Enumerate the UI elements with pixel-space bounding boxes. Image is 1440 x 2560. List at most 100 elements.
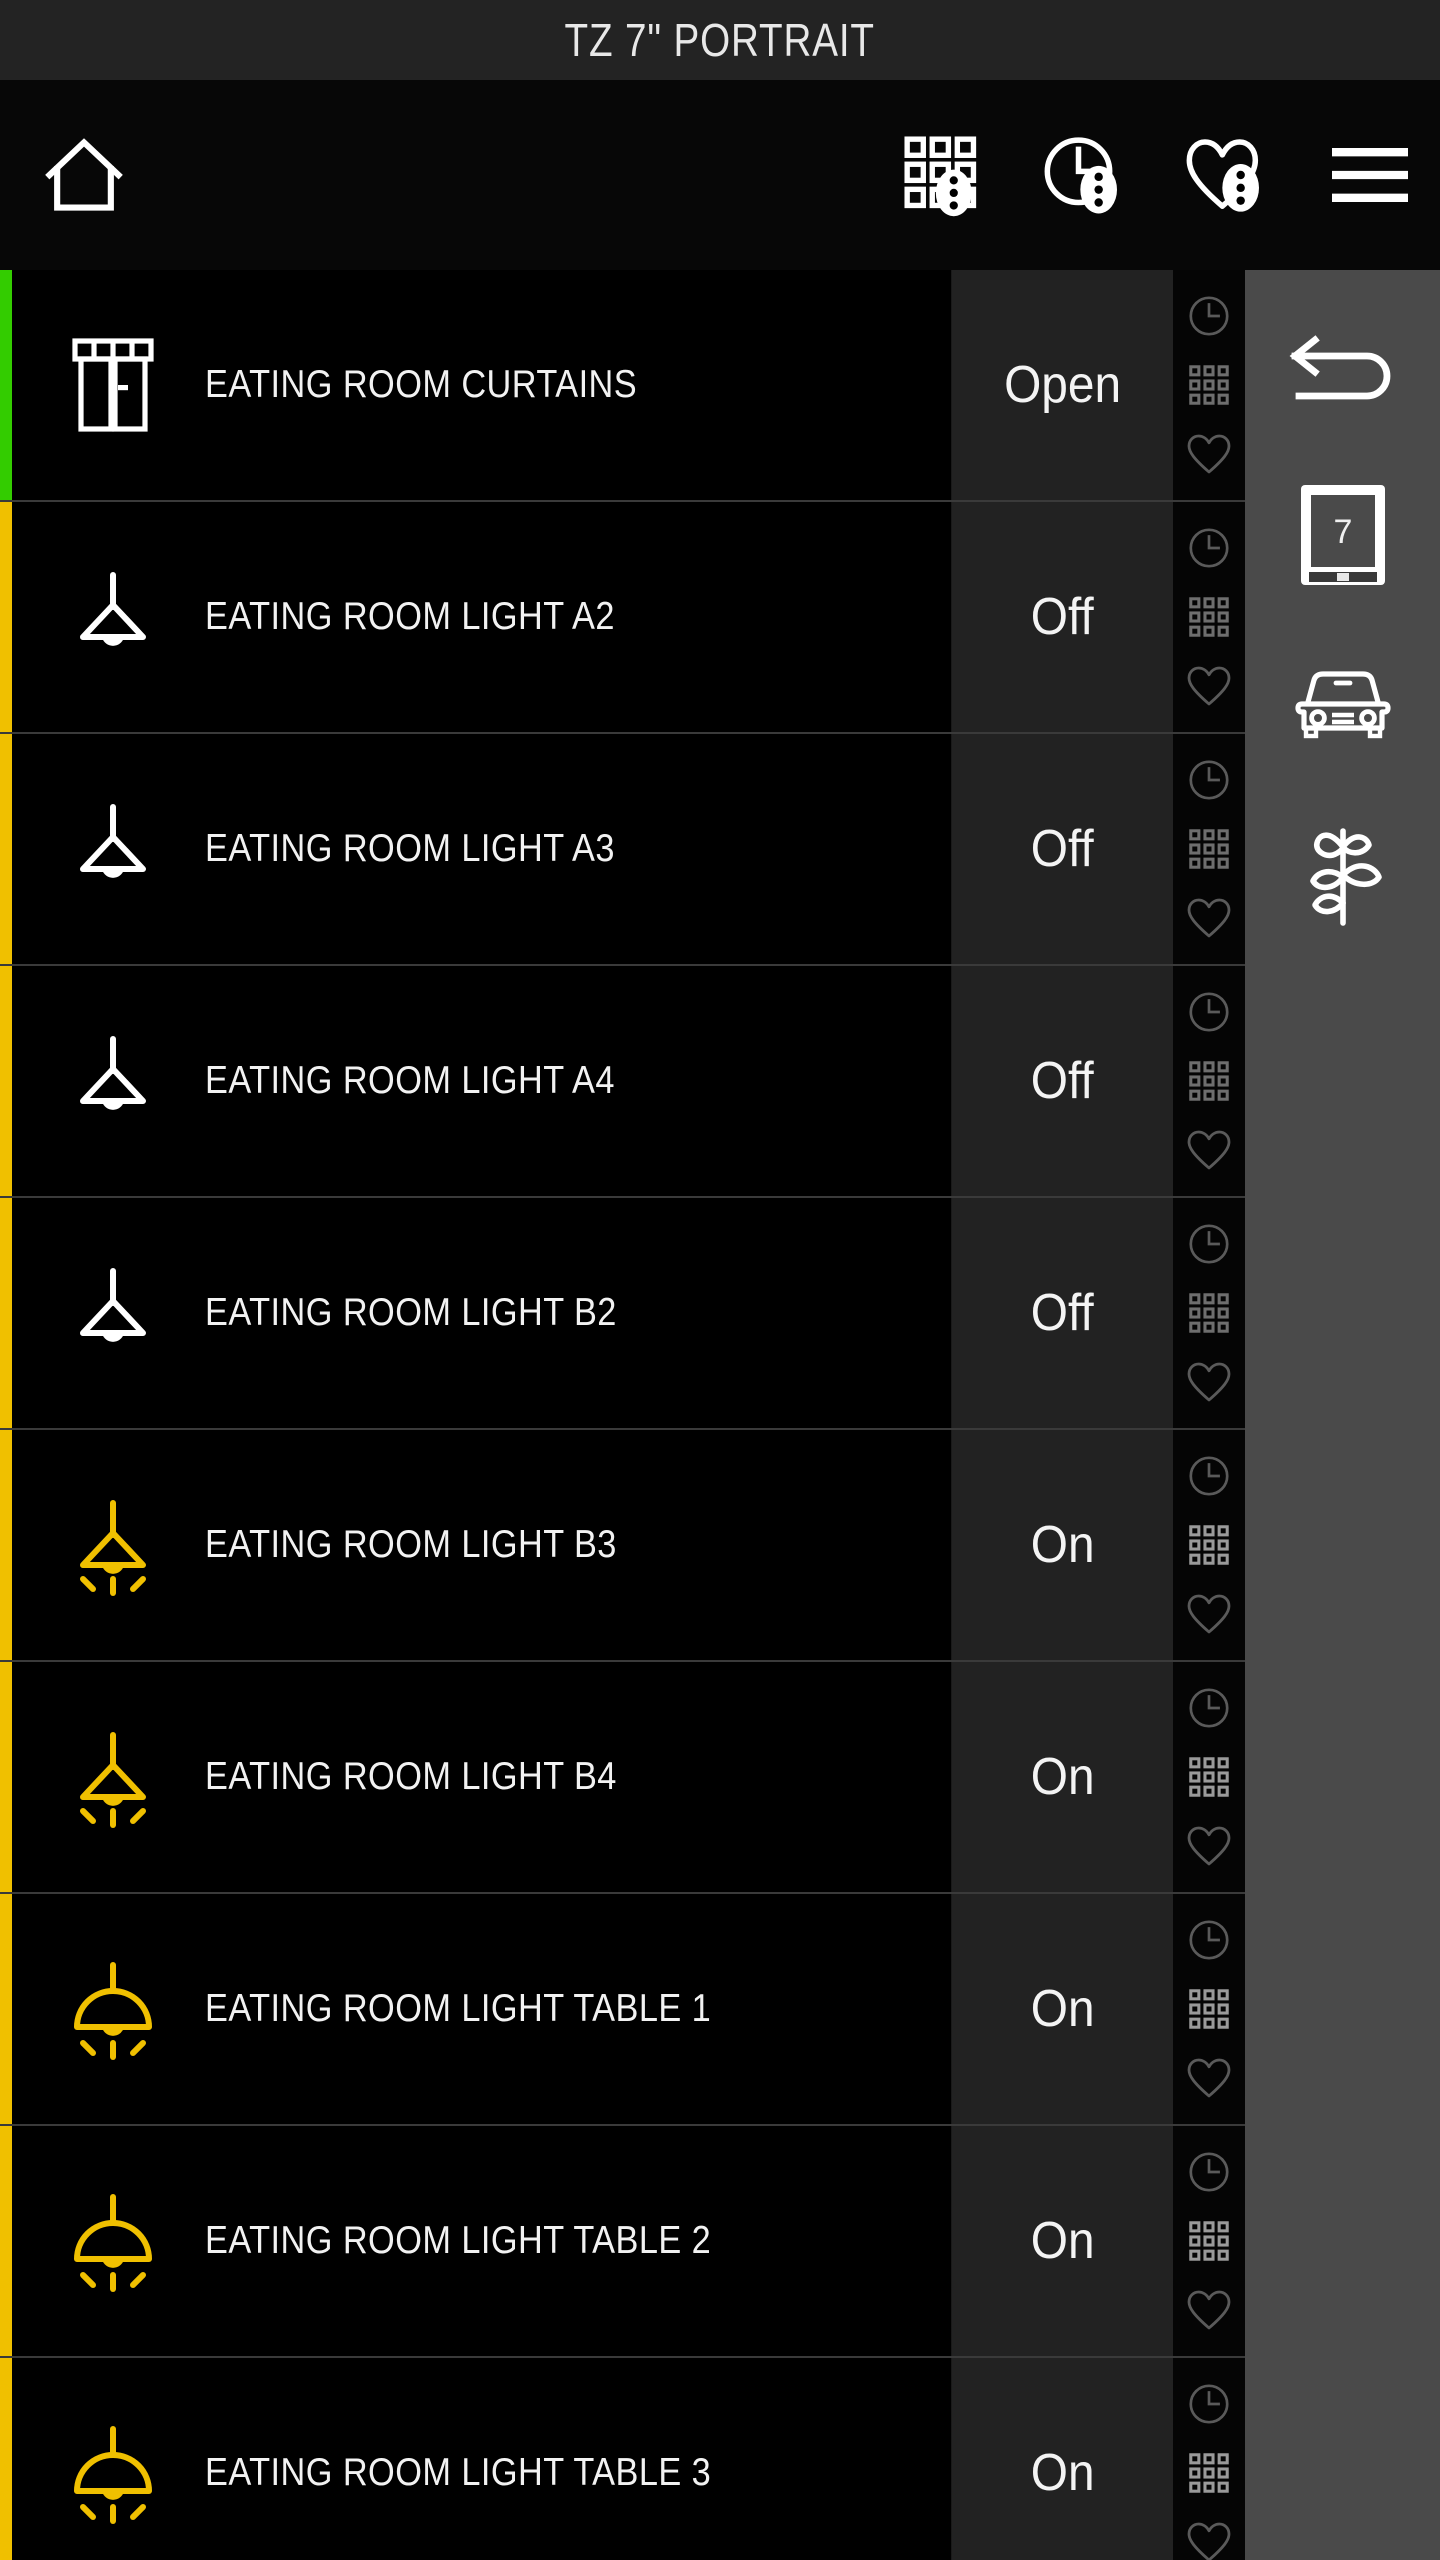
favorites-menu-button[interactable] xyxy=(1182,131,1270,219)
top-toolbar xyxy=(0,80,1440,270)
timer-action[interactable] xyxy=(1186,1448,1232,1504)
tablet-7-button[interactable]: 7 xyxy=(1279,480,1407,590)
row-status-button[interactable]: Off xyxy=(951,966,1173,1196)
row-device-button[interactable]: EATING ROOM LIGHT TABLE 1 xyxy=(12,1894,951,2124)
device-list[interactable]: EATING ROOM CURTAINS Open EATING ROOM LIGH… xyxy=(0,270,1245,2560)
row-status-button[interactable]: On xyxy=(951,2126,1173,2356)
row-state-accent-bar xyxy=(0,2126,12,2356)
heart-icon xyxy=(1185,1590,1233,1638)
row-device-button[interactable]: EATING ROOM LIGHT A2 xyxy=(12,502,951,732)
timer-action[interactable] xyxy=(1186,752,1232,808)
timer-action[interactable] xyxy=(1186,2376,1232,2432)
row-status-button[interactable]: Off xyxy=(951,502,1173,732)
timer-action[interactable] xyxy=(1186,1680,1232,1736)
favorite-action[interactable] xyxy=(1185,426,1233,482)
row-status-button[interactable]: On xyxy=(951,1430,1173,1660)
row-actions xyxy=(1173,734,1245,964)
pendant-lamp-icon xyxy=(67,1258,159,1368)
heart-icon xyxy=(1185,1358,1233,1406)
window-titlebar: TZ 7" PORTRAIT xyxy=(0,0,1440,80)
row-device-button[interactable]: EATING ROOM LIGHT TABLE 3 xyxy=(12,2358,951,2560)
pendant-lamp-icon xyxy=(67,1722,159,1832)
favorite-action[interactable] xyxy=(1185,1354,1233,1410)
row-actions xyxy=(1173,502,1245,732)
keypad-action[interactable] xyxy=(1186,1749,1232,1805)
row-device-button[interactable]: EATING ROOM LIGHT B4 xyxy=(12,1662,951,1892)
heart-icon xyxy=(1185,1822,1233,1870)
main-menu-button[interactable] xyxy=(1324,137,1416,213)
favorite-action[interactable] xyxy=(1185,1122,1233,1178)
keypad-action[interactable] xyxy=(1186,2445,1232,2501)
tablet-icon: 7 xyxy=(1297,481,1389,589)
garage-button[interactable] xyxy=(1279,648,1407,758)
pendant-lamp-icon xyxy=(67,562,159,672)
keypad-action[interactable] xyxy=(1186,2213,1232,2269)
row-device-button[interactable]: EATING ROOM LIGHT A4 xyxy=(12,966,951,1196)
keypad-action[interactable] xyxy=(1186,821,1232,877)
table-row[interactable]: EATING ROOM LIGHT B4 On xyxy=(0,1662,1245,1894)
timer-menu-button[interactable] xyxy=(1040,131,1128,219)
timer-action[interactable] xyxy=(1186,520,1232,576)
favorite-action[interactable] xyxy=(1185,658,1233,714)
keypad-action[interactable] xyxy=(1186,1517,1232,1573)
favorite-action[interactable] xyxy=(1185,890,1233,946)
table-row[interactable]: EATING ROOM LIGHT A3 Off xyxy=(0,734,1245,966)
clock-icon xyxy=(1186,525,1232,571)
keypad-action[interactable] xyxy=(1186,357,1232,413)
grid-icon xyxy=(1186,362,1232,408)
back-button[interactable] xyxy=(1279,312,1407,422)
row-status-button[interactable]: On xyxy=(951,1662,1173,1892)
car-icon xyxy=(1288,662,1398,744)
heart-icon xyxy=(1185,894,1233,942)
row-device-label: EATING ROOM LIGHT B4 xyxy=(205,1755,617,1798)
row-device-button[interactable]: EATING ROOM LIGHT B2 xyxy=(12,1198,951,1428)
favorite-action[interactable] xyxy=(1185,1818,1233,1874)
favorite-action[interactable] xyxy=(1185,2514,1233,2560)
row-device-button[interactable]: EATING ROOM LIGHT A3 xyxy=(12,734,951,964)
content-area: EATING ROOM CURTAINS Open EATING ROOM LIGH… xyxy=(0,270,1440,2560)
row-status-button[interactable]: Off xyxy=(951,734,1173,964)
keypad-menu-button[interactable] xyxy=(900,132,986,218)
home-button[interactable] xyxy=(38,129,130,221)
row-status-button[interactable]: Off xyxy=(951,1198,1173,1428)
table-row[interactable]: EATING ROOM LIGHT A2 Off xyxy=(0,502,1245,734)
plant-icon xyxy=(1291,815,1395,927)
row-status-button[interactable]: On xyxy=(951,1894,1173,2124)
dome-lamp-icon xyxy=(67,2186,159,2296)
keypad-action[interactable] xyxy=(1186,589,1232,645)
row-state-accent-bar xyxy=(0,2358,12,2560)
timer-action[interactable] xyxy=(1186,1912,1232,1968)
row-status-button[interactable]: Open xyxy=(951,270,1173,500)
favorite-action[interactable] xyxy=(1185,2282,1233,2338)
keypad-action[interactable] xyxy=(1186,1285,1232,1341)
table-row[interactable]: EATING ROOM LIGHT A4 Off xyxy=(0,966,1245,1198)
row-device-button[interactable]: EATING ROOM LIGHT B3 xyxy=(12,1430,951,1660)
clock-icon xyxy=(1186,1917,1232,1963)
table-row[interactable]: EATING ROOM LIGHT TABLE 2 On xyxy=(0,2126,1245,2358)
garden-button[interactable] xyxy=(1279,816,1407,926)
table-row[interactable]: EATING ROOM LIGHT B2 Off xyxy=(0,1198,1245,1430)
favorite-action[interactable] xyxy=(1185,2050,1233,2106)
table-row[interactable]: EATING ROOM CURTAINS Open xyxy=(0,270,1245,502)
timer-action[interactable] xyxy=(1186,2144,1232,2200)
heart-icon xyxy=(1185,2054,1233,2102)
favorite-action[interactable] xyxy=(1185,1586,1233,1642)
pendant-lamp-icon xyxy=(67,1026,159,1136)
clock-icon xyxy=(1186,1221,1232,1267)
row-device-button[interactable]: EATING ROOM CURTAINS xyxy=(12,270,951,500)
row-device-button[interactable]: EATING ROOM LIGHT TABLE 2 xyxy=(12,2126,951,2356)
status-badge: On xyxy=(1030,2212,1095,2270)
pendant-lamp-icon xyxy=(67,1490,159,1600)
clock-icon xyxy=(1186,1453,1232,1499)
row-device-label: EATING ROOM CURTAINS xyxy=(205,363,638,406)
table-row[interactable]: EATING ROOM LIGHT B3 On xyxy=(0,1430,1245,1662)
timer-action[interactable] xyxy=(1186,288,1232,344)
table-row[interactable]: EATING ROOM LIGHT TABLE 1 On xyxy=(0,1894,1245,2126)
row-state-accent-bar xyxy=(0,1894,12,2124)
timer-action[interactable] xyxy=(1186,984,1232,1040)
keypad-action[interactable] xyxy=(1186,1981,1232,2037)
row-status-button[interactable]: On xyxy=(951,2358,1173,2560)
timer-action[interactable] xyxy=(1186,1216,1232,1272)
keypad-action[interactable] xyxy=(1186,1053,1232,1109)
table-row[interactable]: EATING ROOM LIGHT TABLE 3 On xyxy=(0,2358,1245,2560)
